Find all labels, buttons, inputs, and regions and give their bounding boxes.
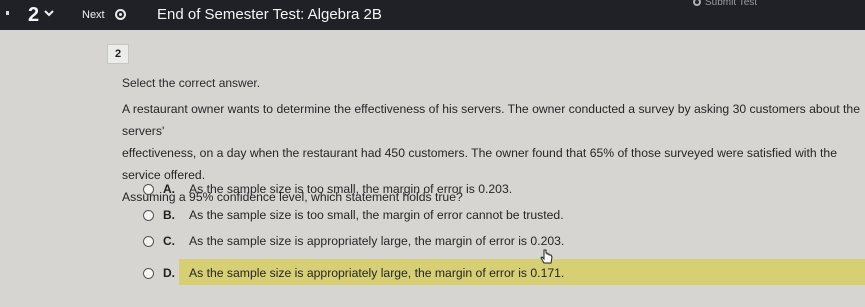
answer-option-a[interactable]: A. As the sample size is too small, the … (143, 180, 865, 202)
submit-test-button[interactable]: Submit Test (705, 0, 757, 8)
edge-mark (6, 11, 9, 15)
option-text[interactable]: As the sample size is appropriately larg… (189, 266, 564, 280)
chevron-down-icon[interactable] (44, 8, 54, 18)
option-text[interactable]: As the sample size is too small, the mar… (189, 208, 564, 222)
submit-icon[interactable] (693, 0, 701, 6)
question-number-selector[interactable]: 2 (28, 4, 39, 27)
next-button[interactable]: Next (82, 9, 105, 21)
mouse-cursor-icon (540, 249, 553, 264)
radio-button[interactable] (143, 184, 154, 195)
option-text[interactable]: As the sample size is too small, the mar… (189, 182, 512, 196)
answer-option-d[interactable]: D. As the sample size is appropriately l… (143, 259, 865, 286)
top-toolbar: 2 Next End of Semester Test: Algebra 2B … (0, 0, 865, 30)
option-letter: A. (163, 182, 175, 196)
answer-option-b[interactable]: B. As the sample size is too small, the … (143, 206, 865, 228)
test-title: End of Semester Test: Algebra 2B (157, 6, 382, 23)
instruction-text: Select the correct answer. (122, 76, 261, 90)
option-text[interactable]: As the sample size is appropriately larg… (189, 234, 564, 248)
question-line: A restaurant owner wants to determine th… (122, 102, 860, 138)
next-arrow-icon[interactable] (115, 9, 126, 20)
radio-button[interactable] (143, 268, 154, 279)
option-letter: C. (163, 234, 175, 248)
radio-button[interactable] (143, 210, 154, 221)
answer-option-c[interactable]: C. As the sample size is appropriately l… (143, 232, 865, 254)
question-number-box: 2 (107, 44, 129, 64)
radio-button[interactable] (143, 236, 154, 247)
option-letter: D. (163, 266, 175, 280)
option-letter: B. (163, 208, 175, 222)
